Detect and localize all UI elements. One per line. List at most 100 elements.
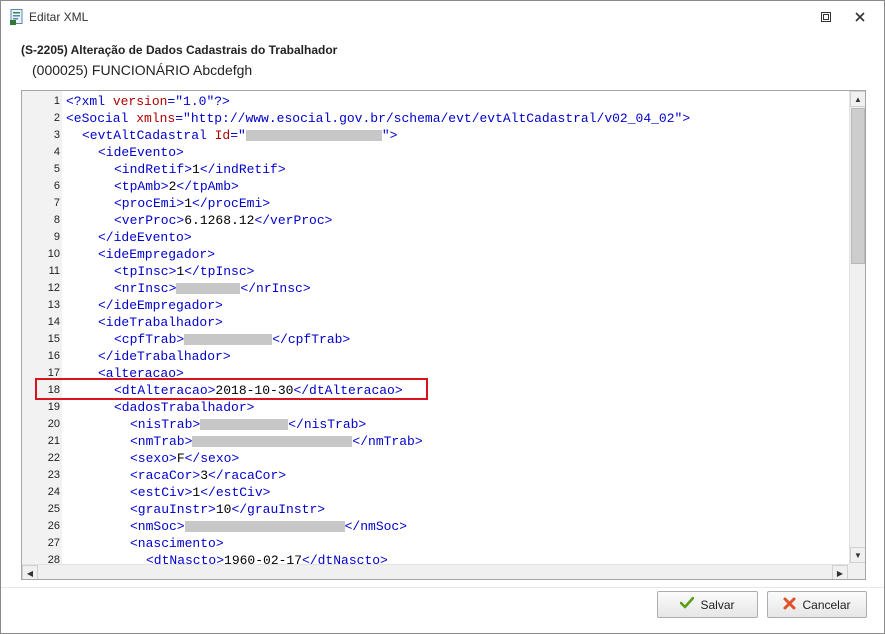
xml-document-icon [10,9,24,25]
scroll-right-icon[interactable]: ▶ [832,565,848,579]
code-line: 27 <nascimento> [22,535,849,552]
redacted-value [176,283,241,295]
line-code: <nisTrab> </nisTrab> [130,416,366,433]
xml-tag: <indRetif> [114,162,193,177]
line-code: <tpInsc>1</tpInsc> [114,263,254,280]
line-number: 11 [48,265,60,277]
code-line: 13 </ideEmpregador> [22,297,849,314]
line-code: <eSocial xmlns="http://www.esocial.gov.b… [66,110,690,127]
xml-tag: > [682,111,691,126]
xml-tag: <sexo> [130,451,177,466]
code-line: 7 <procEmi>1</procEmi> [22,195,849,212]
check-icon [680,596,695,612]
line-number: 26 [47,520,60,532]
line-number: 28 [47,554,60,564]
restore-window-icon[interactable] [818,9,834,25]
code-line: 4 <ideEvento> [22,144,849,161]
xml-text: 1 [192,162,200,177]
line-number: 19 [47,401,60,413]
xml-tag: <estCiv> [130,485,193,500]
line-code: <nascimento> [130,535,224,552]
line-number: 27 [47,537,60,549]
code-line: 23 <racaCor>3</racaCor> [22,467,849,484]
line-number: 6 [53,180,60,192]
line-number: 16 [47,350,60,362]
line-code: <nrInsc> </nrInsc> [114,280,311,297]
vertical-scrollbar[interactable]: ▲ ▼ [849,91,865,564]
xml-tag: </procEmi> [192,196,271,211]
xml-tag: <ideEmpregador> [98,247,216,262]
cancel-button[interactable]: Cancelar [767,591,867,618]
xml-tag: = [230,128,239,143]
line-number: 2 [53,112,60,124]
xml-editor[interactable]: 1 <?xml version="1.0"?> 2 <eSocial xmlns="h… [21,90,866,580]
line-number: 23 [47,469,60,481]
xml-tag: </nisTrab> [288,417,367,432]
xml-tag: </verProc> [254,213,333,228]
line-code: <ideEmpregador> [98,246,215,263]
xml-tag: </tpAmb> [176,179,239,194]
employee-subtitle: (000025) FUNCIONÁRIO Abcdefgh [32,62,253,78]
xml-text: 1 [184,196,193,211]
xml-tag: <eSocial [66,111,137,126]
xml-tag: <evtAltCadastral [82,128,215,143]
code-line: 2 <eSocial xmlns="http://www.esocial.gov.… [22,110,849,127]
code-line: 8 <verProc>6.1268.12</verProc> [22,212,849,229]
xml-tag: </estCiv> [200,485,271,500]
scroll-left-icon[interactable]: ◀ [22,565,38,579]
code-line: 16 </ideTrabalhador> [22,348,849,365]
line-number: 7 [53,197,60,209]
xml-tag: </indRetif> [199,162,286,177]
line-code: <nmSoc> </nmSoc> [130,518,407,535]
line-code: <sexo>F</sexo> [130,450,239,467]
xml-tag: </tpInsc> [184,264,255,279]
xml-text: 6.1268.12 [184,213,255,228]
line-number: 10 [47,248,60,260]
line-number: 21 [47,435,60,447]
redacted-value [184,334,273,346]
line-number: 20 [47,418,60,430]
xml-tag: </racaCor> [208,468,287,483]
code-line: 1 <?xml version="1.0"?> [22,93,849,110]
line-code: <grauInstr>10</grauInstr> [130,501,325,518]
vertical-scroll-thumb[interactable] [851,108,865,264]
code-area[interactable]: 1 <?xml version="1.0"?> 2 <eSocial xmlns="h… [22,91,849,564]
xml-tag: </nmSoc> [344,519,408,534]
code-line: 6 <tpAmb>2</tpAmb> [22,178,849,195]
code-line: 5 <indRetif>1</indRetif> [22,161,849,178]
code-line: 15 <cpfTrab> </cpfTrab> [22,331,849,348]
redacted-value [200,419,289,431]
horizontal-scrollbar[interactable]: ◀ ▶ [22,564,849,579]
xml-tag: <nmTrab> [130,434,193,449]
code-line: 24 <estCiv>1</estCiv> [22,484,849,501]
xml-tag: <tpAmb> [114,179,169,194]
xml-tag: </ideEmpregador> [98,298,223,313]
scroll-up-icon[interactable]: ▲ [850,91,865,107]
cancel-button-label: Cancelar [802,597,851,612]
line-number: 12 [47,282,60,294]
code-line: 14 <ideTrabalhador> [22,314,849,331]
line-code: <indRetif>1</indRetif> [114,161,286,178]
code-line: 22 <sexo>F</sexo> [22,450,849,467]
line-number: 22 [47,452,60,464]
line-code: <evtAltCadastral Id=" "> [82,127,397,144]
line-code: <procEmi>1</procEmi> [114,195,270,212]
line-code: <dadosTrabalhador> [114,399,254,416]
scroll-down-icon[interactable]: ▼ [850,547,865,563]
line-number: 5 [53,163,60,175]
redacted-value [184,521,345,533]
save-button[interactable]: Salvar [657,591,758,618]
line-number: 14 [47,316,60,328]
xml-text: 1960-02-17 [224,553,303,564]
code-line: 19 <dadosTrabalhador> [22,399,849,416]
title-bar: Editar XML [1,1,884,33]
xml-tag: </nmTrab> [352,434,423,449]
xml-text: 10 [215,502,232,517]
xml-tag: <nrInsc> [114,281,177,296]
xml-tag: <grauInstr> [130,502,216,517]
xml-tag: </ideTrabalhador> [98,349,231,364]
xml-val: "http://www.esocial.gov.br/schema/evt/ev… [183,111,683,126]
xml-tag: <nascimento> [130,536,224,551]
close-icon[interactable] [852,9,868,25]
line-code: </ideEvento> [98,229,192,246]
